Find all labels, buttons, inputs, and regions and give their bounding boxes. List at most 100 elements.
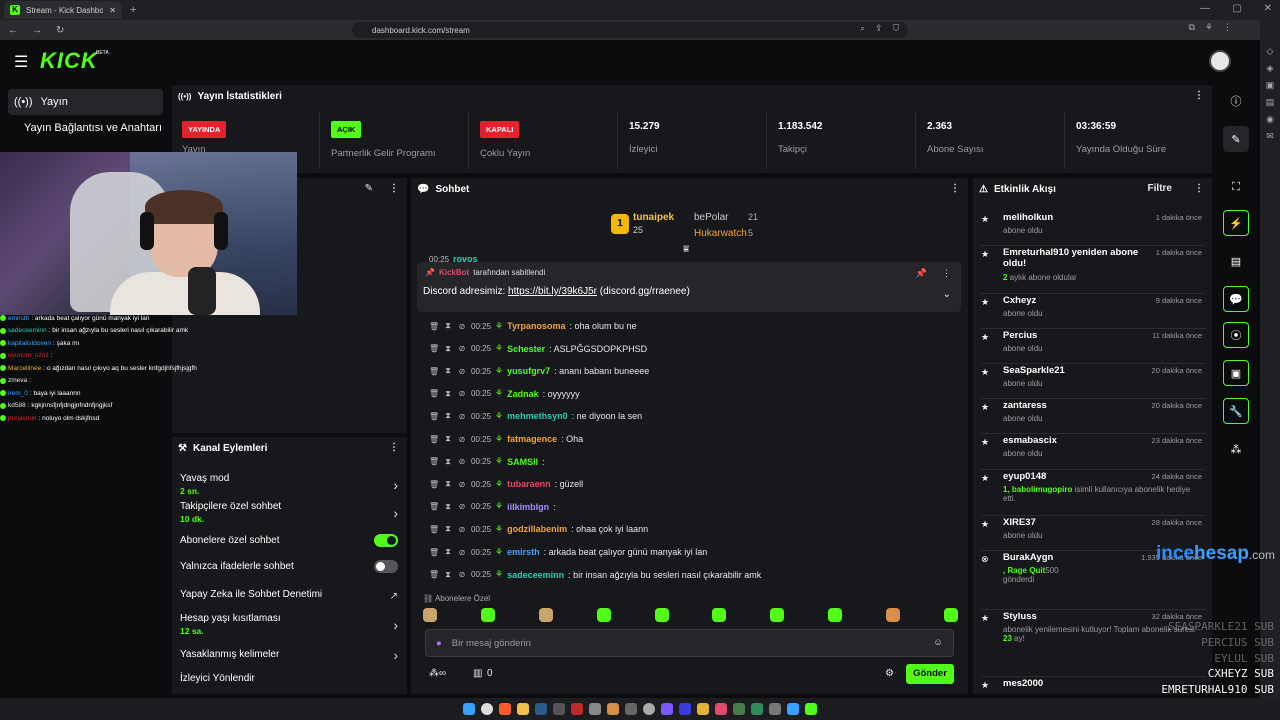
shield-icon[interactable]: ⛉: [893, 23, 900, 34]
ban-icon[interactable]: ⊘: [457, 322, 467, 331]
activity-user[interactable]: XIRE37: [1003, 517, 1036, 528]
reload-icon[interactable]: ↻: [56, 25, 64, 36]
delete-icon[interactable]: 🗑: [429, 412, 439, 421]
maximize-icon[interactable]: ▢: [1232, 3, 1241, 14]
screenshot-icon[interactable]: ⧉: [1188, 22, 1194, 33]
activity-user[interactable]: zantaress: [1003, 400, 1047, 411]
message-user[interactable]: godzillabenim: [507, 524, 567, 534]
activity-user[interactable]: Emreturhal910 yeniden abone oldu!: [1003, 247, 1153, 269]
timeout-icon[interactable]: ⧗: [443, 570, 453, 580]
sidebar-tool-icon[interactable]: ◇: [1267, 46, 1274, 57]
message-user[interactable]: sadeceeminn: [507, 570, 564, 580]
more-options-icon[interactable]: ⋮: [1194, 183, 1204, 194]
kick-points-icon[interactable]: ⁂∞: [429, 668, 446, 679]
share-icon[interactable]: ⇪: [875, 23, 883, 34]
message-user[interactable]: Tyrpanosoma: [507, 321, 565, 331]
activity-user[interactable]: Cxheyz: [1003, 295, 1036, 306]
activity-user[interactable]: Styluss: [1003, 611, 1037, 622]
toggle-switch[interactable]: [374, 560, 398, 573]
message-user[interactable]: Zadnak: [507, 389, 539, 399]
timeout-icon[interactable]: ⧗: [443, 479, 453, 489]
timeout-icon[interactable]: ⧗: [443, 502, 453, 512]
chevron-right-icon[interactable]: ›: [393, 505, 398, 521]
minimize-icon[interactable]: —: [1200, 3, 1210, 14]
emote-icon[interactable]: [828, 608, 843, 622]
app-icon[interactable]: [661, 703, 673, 715]
broadcast-icon[interactable]: ⦿: [1223, 322, 1249, 348]
activity-user[interactable]: esmabascix: [1003, 435, 1057, 446]
app-icon[interactable]: [643, 703, 655, 715]
message-user[interactable]: fatmagence: [507, 434, 557, 444]
app-icon[interactable]: [679, 703, 691, 715]
delete-icon[interactable]: 🗑: [429, 480, 439, 489]
external-link-icon[interactable]: ↗: [390, 591, 398, 602]
fullscreen-icon[interactable]: ⛶: [1223, 174, 1249, 200]
timeout-icon[interactable]: ⧗: [443, 434, 453, 444]
timeout-icon[interactable]: ⧗: [443, 344, 453, 354]
ban-icon[interactable]: ⊘: [457, 389, 467, 398]
app-icon[interactable]: [805, 703, 817, 715]
ban-icon[interactable]: ⊘: [457, 435, 467, 444]
steam-icon[interactable]: [535, 703, 547, 715]
gifter-name[interactable]: Hukarwatch: [694, 228, 747, 239]
ban-icon[interactable]: ⊘: [457, 570, 467, 579]
kick-logo[interactable]: KICK: [40, 48, 98, 74]
timeout-icon[interactable]: ⧗: [443, 389, 453, 399]
send-button[interactable]: Gönder: [906, 664, 954, 684]
url-bar[interactable]: dashboard.kick.com/stream: [352, 22, 908, 38]
stream-manager-icon[interactable]: ▣: [1223, 360, 1249, 386]
emoji-icon[interactable]: ☺: [933, 637, 943, 648]
pinned-by-user[interactable]: KickBot: [439, 268, 469, 277]
unpin-icon[interactable]: 📌: [916, 268, 927, 279]
collapse-icon[interactable]: ⩸: [683, 244, 689, 255]
wrench-icon[interactable]: 🔧: [1223, 398, 1249, 424]
sidebar-item-stream-key[interactable]: Yayın Bağlantısı ve Anahtarı: [8, 115, 163, 141]
zoom-icon[interactable]: ⌕: [860, 23, 865, 34]
app-icon[interactable]: [607, 703, 619, 715]
delete-icon[interactable]: 🗑: [429, 457, 439, 466]
obs-icon[interactable]: [553, 703, 565, 715]
app-icon[interactable]: [697, 703, 709, 715]
ban-icon[interactable]: ⊘: [457, 548, 467, 557]
delete-icon[interactable]: 🗑: [429, 344, 439, 353]
app-icon[interactable]: [733, 703, 745, 715]
emote-icon[interactable]: [538, 608, 553, 622]
message-user[interactable]: SAMSII: [507, 457, 538, 467]
app-icon[interactable]: [589, 703, 601, 715]
community-icon[interactable]: ⁂: [1223, 436, 1249, 462]
activity-user[interactable]: mes2000: [1003, 678, 1043, 689]
close-window-icon[interactable]: ✕: [1264, 3, 1272, 14]
timeout-icon[interactable]: ⧗: [443, 321, 453, 331]
ban-icon[interactable]: ⊘: [457, 344, 467, 353]
channel-action-row[interactable]: Hesap yaşı kısıtlaması 12 sa. ›: [180, 613, 402, 636]
activity-user[interactable]: meliholkun: [1003, 212, 1053, 223]
message-user[interactable]: Schester: [507, 344, 545, 354]
channel-action-row[interactable]: Yalnızca ifadelerle sohbet: [180, 560, 402, 573]
settings-gear-icon[interactable]: ⚙: [885, 668, 894, 679]
brave-icon[interactable]: [499, 703, 511, 715]
chat-bubble-icon[interactable]: 💬: [1223, 286, 1249, 312]
chevron-right-icon[interactable]: ›: [393, 477, 398, 493]
activity-user[interactable]: BurakAygn: [1003, 552, 1053, 563]
back-icon[interactable]: ←: [8, 25, 18, 36]
timeout-icon[interactable]: ⧗: [443, 366, 453, 376]
edit-icon[interactable]: ✎: [365, 183, 373, 194]
sidebar-tool-icon[interactable]: ◉: [1266, 114, 1274, 125]
more-options-icon[interactable]: ⋮: [950, 183, 960, 194]
chevron-down-icon[interactable]: ⌄: [943, 289, 951, 300]
app-icon[interactable]: [769, 703, 781, 715]
channel-action-row[interactable]: İzleyici Yönlendir: [180, 673, 402, 684]
emote-icon[interactable]: [943, 608, 958, 622]
channel-action-row[interactable]: Abonelere özel sohbet: [180, 534, 402, 547]
message-user[interactable]: yusufgrv7: [507, 366, 550, 376]
timeout-icon[interactable]: ⧗: [443, 411, 453, 421]
delete-icon[interactable]: 🗑: [429, 435, 439, 444]
gifter-name[interactable]: tunaipek: [633, 212, 674, 223]
more-options-icon[interactable]: ⋮: [1194, 90, 1204, 101]
hamburger-menu-icon[interactable]: ☰: [14, 52, 28, 72]
extensions-icon[interactable]: ⚘: [1205, 22, 1213, 33]
delete-icon[interactable]: 🗑: [429, 322, 439, 331]
windows-start-icon[interactable]: [463, 703, 475, 715]
browser-tab[interactable]: K Stream - Kick Dashboard ✕: [4, 1, 122, 19]
sidebar-tool-icon[interactable]: ▣: [1266, 80, 1275, 91]
